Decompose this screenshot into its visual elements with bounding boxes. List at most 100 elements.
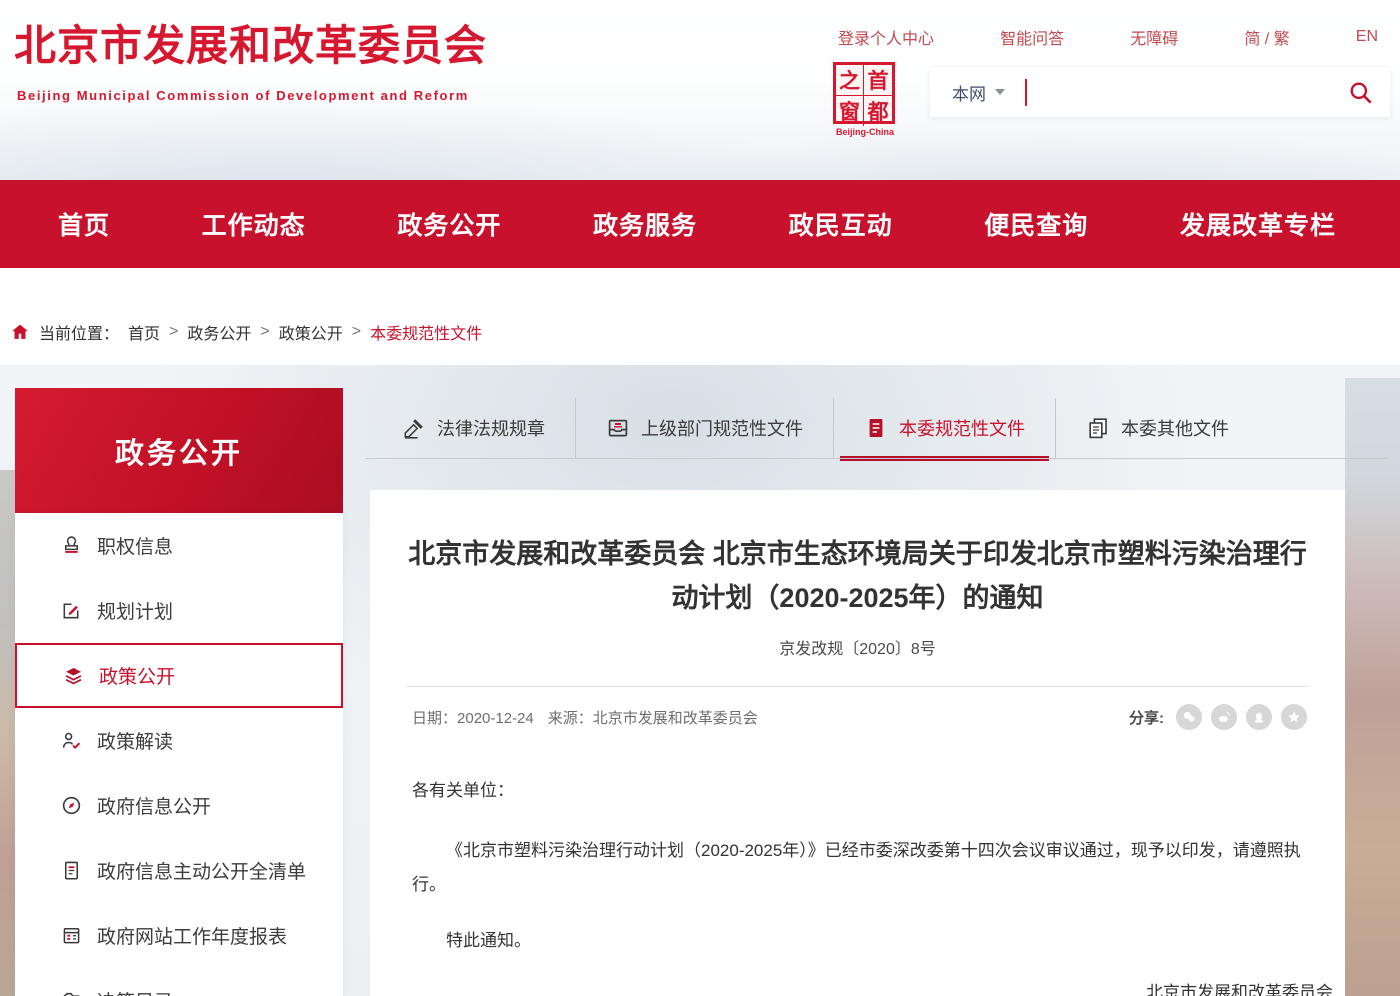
sidebar-item-label: 职权信息 <box>97 532 173 559</box>
sidebar-item-policy-interpretation[interactable]: 政策解读 <box>15 708 343 773</box>
report-table-icon <box>59 924 83 947</box>
seal-caption: Beijing-China <box>833 127 897 137</box>
tab-committee-other-documents[interactable]: 本委其他文件 <box>1055 398 1259 458</box>
sidebar-item-label: 规划计划 <box>97 597 173 624</box>
search-button[interactable] <box>1347 79 1374 106</box>
share-toolbar: 分享: <box>1129 704 1307 730</box>
inbox-icon <box>606 416 630 440</box>
tab-superior-normative-documents[interactable]: 上级部门规范性文件 <box>575 398 833 458</box>
sidebar-body: 职权信息 规划计划 <box>15 513 343 996</box>
search-scope-label: 本网 <box>952 80 986 105</box>
folder-icon <box>59 989 83 996</box>
chevron-down-icon <box>995 89 1005 95</box>
page: 北京市发展和改革委员会 Beijing Municipal Commission… <box>0 0 1400 996</box>
breadcrumb: 当前位置： 首页 > 政务公开 > 政策公开 > 本委规范性文件 <box>10 320 482 344</box>
capital-window-seal-logo[interactable]: 之 首 窗 都 Beijing-China <box>833 62 897 137</box>
tab-label: 本委其他文件 <box>1121 415 1229 441</box>
compass-icon <box>59 794 83 817</box>
tab-label: 上级部门规范性文件 <box>641 415 803 441</box>
document-list-icon <box>59 859 83 882</box>
stamp-icon <box>59 534 83 557</box>
source-label: 来源： <box>548 710 593 727</box>
sidebar-item-proactive-disclosure-list[interactable]: 政府信息主动公开全清单 <box>15 838 343 903</box>
sidebar: 政务公开 职权信息 规 <box>15 388 343 996</box>
qzone-icon[interactable] <box>1281 704 1307 730</box>
site-logo-subtitle: Beijing Municipal Commission of Developm… <box>17 88 469 103</box>
seal-char: 首 <box>864 65 892 96</box>
breadcrumb-item-home[interactable]: 首页 <box>128 320 160 344</box>
seal-icon: 之 首 窗 都 <box>833 62 895 124</box>
breadcrumb-label: 当前位置： <box>39 320 119 344</box>
gavel-icon <box>402 416 426 440</box>
seal-char: 窗 <box>836 96 864 126</box>
tab-label: 本委规范性文件 <box>899 415 1025 441</box>
qq-icon[interactable] <box>1246 704 1272 730</box>
sidebar-item-decision-catalog[interactable]: 决策目录 <box>15 968 343 996</box>
sidebar-item-authority-info[interactable]: 职权信息 <box>15 513 343 578</box>
edit-icon <box>59 599 83 622</box>
nav-item-public-interaction[interactable]: 政民互动 <box>789 206 893 242</box>
breadcrumb-separator: > <box>352 323 361 341</box>
sidebar-item-label: 政策解读 <box>97 727 173 754</box>
nav-item-home[interactable]: 首页 <box>58 206 110 242</box>
main-nav: 首页 工作动态 政务公开 政务服务 政民互动 便民查询 发展改革专栏 <box>0 180 1400 268</box>
date-value: 2020-12-24 <box>457 710 534 727</box>
body-paragraph: 《北京市塑料污染治理行动计划（2020-2025年）》已经市委深改委第十四次会议… <box>412 834 1303 902</box>
nav-item-gov-disclosure[interactable]: 政务公开 <box>397 206 501 242</box>
english-link[interactable]: EN <box>1356 28 1378 46</box>
sidebar-item-website-annual-report[interactable]: 政府网站工作年度报表 <box>15 903 343 968</box>
simplified-traditional-toggle[interactable]: 简 / 繁 <box>1244 25 1289 49</box>
nav-item-gov-services[interactable]: 政务服务 <box>593 206 697 242</box>
tabs-divider-line <box>365 458 1388 459</box>
seal-char: 都 <box>864 96 892 126</box>
sidebar-item-policy-disclosure[interactable]: 政策公开 <box>15 643 343 708</box>
body-paragraph: 特此通知。 <box>412 924 1303 958</box>
search-scope-dropdown[interactable]: 本网 <box>952 80 1005 105</box>
breadcrumb-item-gov-disclosure[interactable]: 政务公开 <box>187 320 251 344</box>
search-bar: 本网 <box>930 67 1390 117</box>
article-body: 各有关单位： 《北京市塑料污染治理行动计划（2020-2025年）》已经市委深改… <box>412 774 1303 958</box>
file-copy-icon <box>1086 416 1110 440</box>
weibo-icon[interactable] <box>1211 704 1237 730</box>
wechat-icon[interactable] <box>1176 704 1202 730</box>
date-label: 日期： <box>412 710 457 727</box>
person-check-icon <box>59 729 83 752</box>
sidebar-item-label: 政府信息公开 <box>97 792 211 819</box>
article-title: 北京市发展和改革委员会 北京市生态环境局关于印发北京市塑料污染治理行动计划（20… <box>408 532 1307 620</box>
sidebar-item-planning[interactable]: 规划计划 <box>15 578 343 643</box>
home-icon <box>10 322 30 342</box>
accessibility-link[interactable]: 无障碍 <box>1130 25 1178 49</box>
search-input[interactable] <box>1027 67 1347 117</box>
nav-item-work-dynamics[interactable]: 工作动态 <box>202 206 306 242</box>
sidebar-item-label: 政府网站工作年度报表 <box>97 922 287 949</box>
site-logo-title: 北京市发展和改革委员会 <box>14 12 487 73</box>
salutation: 各有关单位： <box>412 774 1303 808</box>
search-icon <box>1347 79 1374 106</box>
article-signature: 北京市发展和改革委员会 <box>370 978 1333 996</box>
site-header: 北京市发展和改革委员会 Beijing Municipal Commission… <box>0 0 1400 180</box>
breadcrumb-bar: 当前位置： 首页 > 政务公开 > 政策公开 > 本委规范性文件 <box>0 268 1400 365</box>
article-meta: 日期：2020-12-24 来源：北京市发展和改革委员会 <box>412 707 758 728</box>
sidebar-item-label: 政府信息主动公开全清单 <box>97 857 306 884</box>
breadcrumb-current: 本委规范性文件 <box>370 320 482 344</box>
header-links: 登录个人中心 智能问答 无障碍 简 / 繁 EN <box>838 25 1378 49</box>
layers-icon <box>61 664 85 687</box>
sidebar-header: 政务公开 <box>15 388 343 513</box>
background-photo-left <box>0 470 16 996</box>
tab-committee-normative-documents[interactable]: 本委规范性文件 <box>833 398 1055 458</box>
share-label: 分享: <box>1129 707 1164 728</box>
sidebar-item-label: 政策公开 <box>99 662 175 689</box>
nav-item-reform-column[interactable]: 发展改革专栏 <box>1180 206 1336 242</box>
breadcrumb-item-policy-disclosure[interactable]: 政策公开 <box>279 320 343 344</box>
smart-qa-link[interactable]: 智能问答 <box>1000 25 1064 49</box>
tab-laws-regulations[interactable]: 法律法规规章 <box>372 398 575 458</box>
login-personal-center-link[interactable]: 登录个人中心 <box>838 25 934 49</box>
sidebar-item-gov-info-disclosure[interactable]: 政府信息公开 <box>15 773 343 838</box>
background-photo-right <box>1345 378 1400 996</box>
nav-item-convenience-query[interactable]: 便民查询 <box>984 206 1088 242</box>
document-red-icon <box>864 416 888 440</box>
article-meta-row: 日期：2020-12-24 来源：北京市发展和改革委员会 分享: <box>412 704 1307 730</box>
source-value: 北京市发展和改革委员会 <box>593 710 758 727</box>
breadcrumb-separator: > <box>169 323 178 341</box>
seal-char: 之 <box>836 65 864 96</box>
